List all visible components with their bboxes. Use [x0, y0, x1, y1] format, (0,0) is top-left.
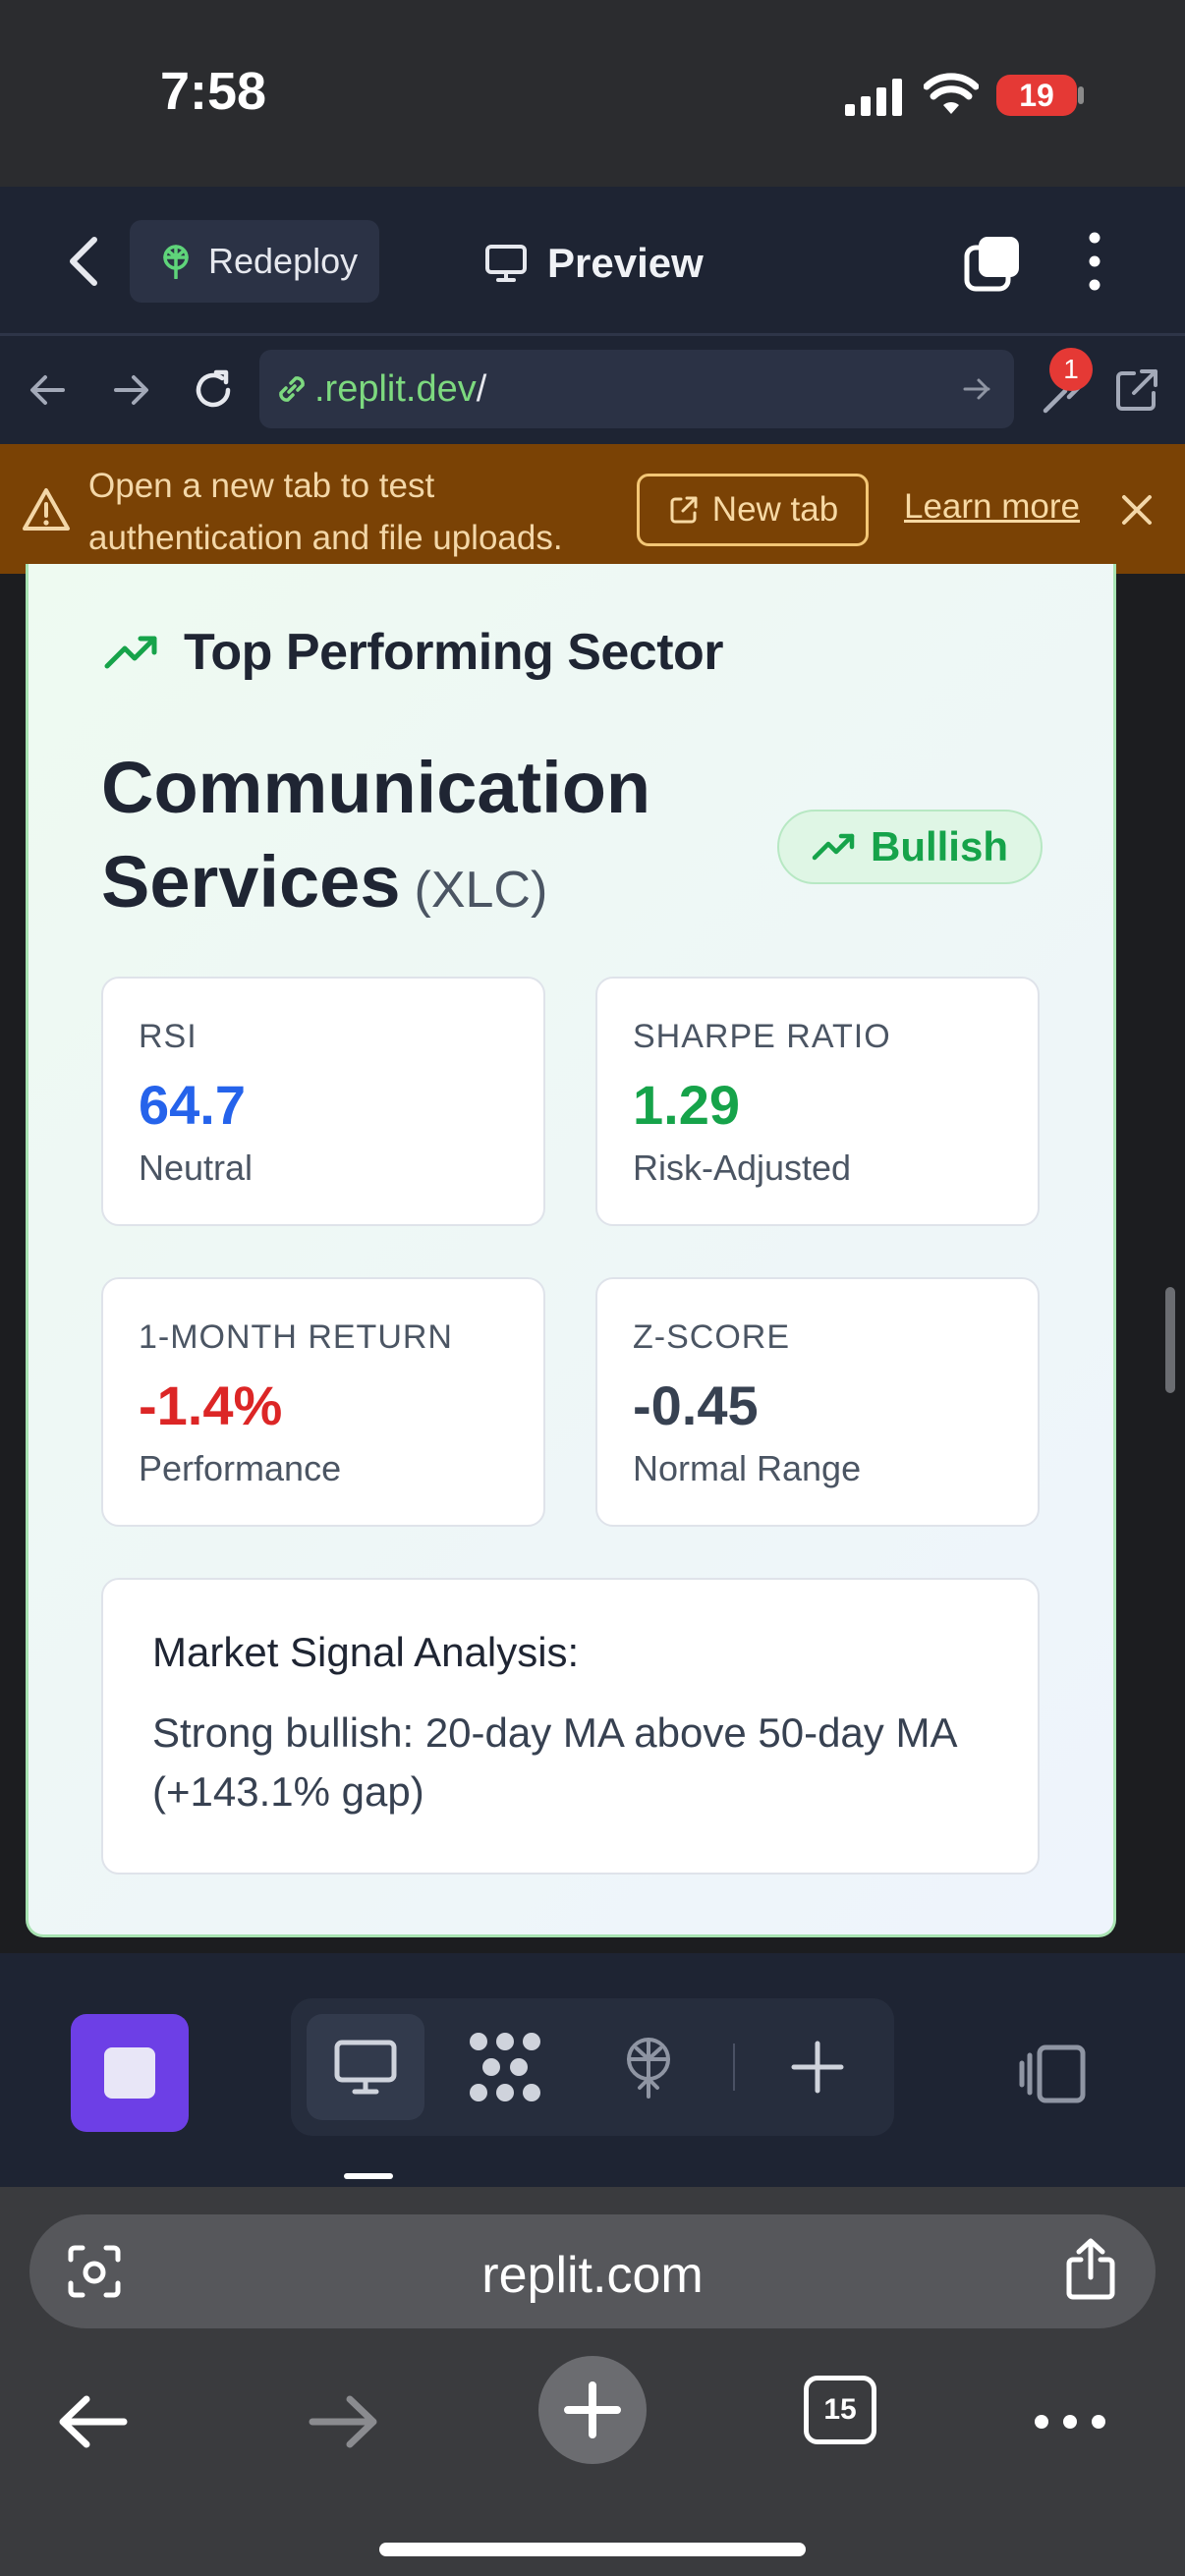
metric-label: Z-SCORE	[633, 1318, 790, 1356]
status-time: 7:58	[160, 62, 267, 121]
signal-label: Bullish	[870, 823, 1008, 869]
metric-caption: Neutral	[139, 1148, 254, 1188]
battery-indicator: 19	[996, 75, 1077, 116]
monitor-icon	[485, 245, 527, 282]
metric-card-return: 1-MONTH RETURN -1.4% Performance	[101, 1277, 545, 1527]
apps-tool-button[interactable]	[446, 2014, 564, 2120]
deploy-icon	[163, 245, 189, 279]
learn-more-link[interactable]: Learn more	[904, 487, 1080, 527]
deploy-tool-button[interactable]	[590, 2014, 707, 2120]
address-text: replit.com	[481, 2247, 704, 2304]
trending-up-icon	[812, 833, 855, 861]
metric-card-zscore: Z-SCORE -0.45 Normal Range	[595, 1277, 1040, 1527]
app-header: Redeploy Preview	[0, 187, 1185, 336]
metric-card-rsi: RSI 64.7 Neutral	[101, 977, 545, 1226]
metric-caption: Performance	[139, 1448, 342, 1488]
metric-value: -0.45	[633, 1374, 759, 1436]
url-path: /	[476, 367, 487, 410]
share-icon[interactable]	[1061, 2238, 1120, 2301]
devtools-badge: 1	[1049, 348, 1093, 391]
preview-url-input[interactable]: .replit.dev /	[259, 350, 1014, 428]
wifi-icon	[924, 73, 979, 114]
reload-icon[interactable]	[189, 365, 238, 415]
sector-name: Communication Services (XLC)	[101, 741, 710, 937]
sector-heading: Top Performing Sector	[103, 623, 724, 682]
page-scrollbar[interactable]	[1165, 1287, 1175, 1393]
home-indicator	[379, 2543, 806, 2556]
metric-value: 64.7	[139, 1074, 246, 1136]
analysis-heading: Market Signal Analysis:	[152, 1629, 580, 1675]
back-arrow-icon[interactable]	[24, 365, 73, 415]
warning-banner: Open a new tab to test authentication an…	[0, 444, 1185, 574]
warning-icon	[23, 488, 70, 531]
tool-separator	[733, 2044, 735, 2091]
tabs-icon[interactable]	[963, 234, 1022, 293]
metric-caption: Normal Range	[633, 1448, 862, 1488]
back-chevron-icon[interactable]	[61, 234, 110, 289]
preview-url-row: .replit.dev /	[0, 336, 1185, 444]
stop-button[interactable]	[71, 2014, 189, 2132]
go-arrow-icon[interactable]	[959, 371, 994, 407]
new-tab-label: New tab	[711, 490, 839, 529]
metric-label: SHARPE RATIO	[633, 1018, 891, 1055]
external-link-icon[interactable]	[1112, 365, 1161, 415]
apps-icon	[470, 2033, 540, 2101]
banner-message: Open a new tab to test authentication an…	[88, 467, 563, 557]
panel-icon[interactable]	[1018, 2044, 1087, 2104]
deploy-icon	[627, 2038, 670, 2099]
preview-page: Top Performing Sector Communication Serv…	[0, 564, 1185, 1953]
metric-label: 1-MONTH RETURN	[139, 1318, 453, 1356]
redeploy-button[interactable]: Redeploy	[130, 220, 379, 303]
signal-badge: Bullish	[777, 810, 1043, 884]
external-link-icon	[670, 496, 698, 524]
url-host: .replit.dev	[314, 367, 477, 410]
signal-icon	[845, 79, 902, 116]
tool-group	[291, 1998, 894, 2136]
link-icon	[279, 376, 305, 402]
status-bar: 7:58 19	[0, 0, 1185, 187]
preview-tab[interactable]: Preview	[484, 234, 704, 293]
redeploy-label: Redeploy	[208, 241, 359, 281]
trending-up-icon	[104, 636, 157, 669]
metric-value: 1.29	[633, 1074, 740, 1136]
metric-value: -1.4%	[139, 1374, 283, 1436]
preview-label: Preview	[547, 240, 704, 286]
browser-back-icon[interactable]	[49, 2378, 138, 2466]
add-icon	[791, 2041, 844, 2094]
metric-card-sharpe: SHARPE RATIO 1.29 Risk-Adjusted	[595, 977, 1040, 1226]
signal-analysis-box: Market Signal Analysis: Strong bullish: …	[101, 1578, 1040, 1875]
tab-count-button[interactable]: 15	[804, 2376, 876, 2444]
sector-heading-text: Top Performing Sector	[184, 624, 724, 681]
desktop-tool-button[interactable]	[307, 2014, 424, 2120]
desktop-icon	[334, 2040, 397, 2095]
new-tab-button[interactable]: New tab	[637, 474, 869, 546]
browser-chrome: replit.com 15	[0, 2187, 1185, 2576]
sector-ticker: (XLC)	[414, 862, 548, 919]
toolbar-handle	[344, 2173, 393, 2179]
metric-label: RSI	[139, 1018, 198, 1055]
sector-name-text: Communication Services	[101, 747, 651, 923]
address-bar[interactable]: replit.com	[29, 2214, 1156, 2328]
stop-icon	[104, 2047, 155, 2099]
sector-card: Top Performing Sector Communication Serv…	[26, 564, 1116, 1937]
forward-arrow-icon[interactable]	[106, 365, 155, 415]
battery-cap	[1078, 86, 1084, 104]
more-vertical-icon[interactable]	[1079, 230, 1110, 293]
new-tab-button[interactable]	[538, 2356, 647, 2464]
metric-caption: Risk-Adjusted	[633, 1148, 852, 1188]
close-icon[interactable]	[1118, 491, 1156, 529]
plus-icon	[564, 2381, 621, 2438]
replit-toolbar	[0, 1953, 1185, 2187]
analysis-body: Strong bullish: 20-day MA above 50-day M…	[152, 1709, 956, 1815]
more-horizontal-icon[interactable]	[1026, 2378, 1114, 2466]
browser-forward-icon[interactable]	[299, 2378, 387, 2466]
add-tool-button[interactable]	[759, 2014, 876, 2120]
